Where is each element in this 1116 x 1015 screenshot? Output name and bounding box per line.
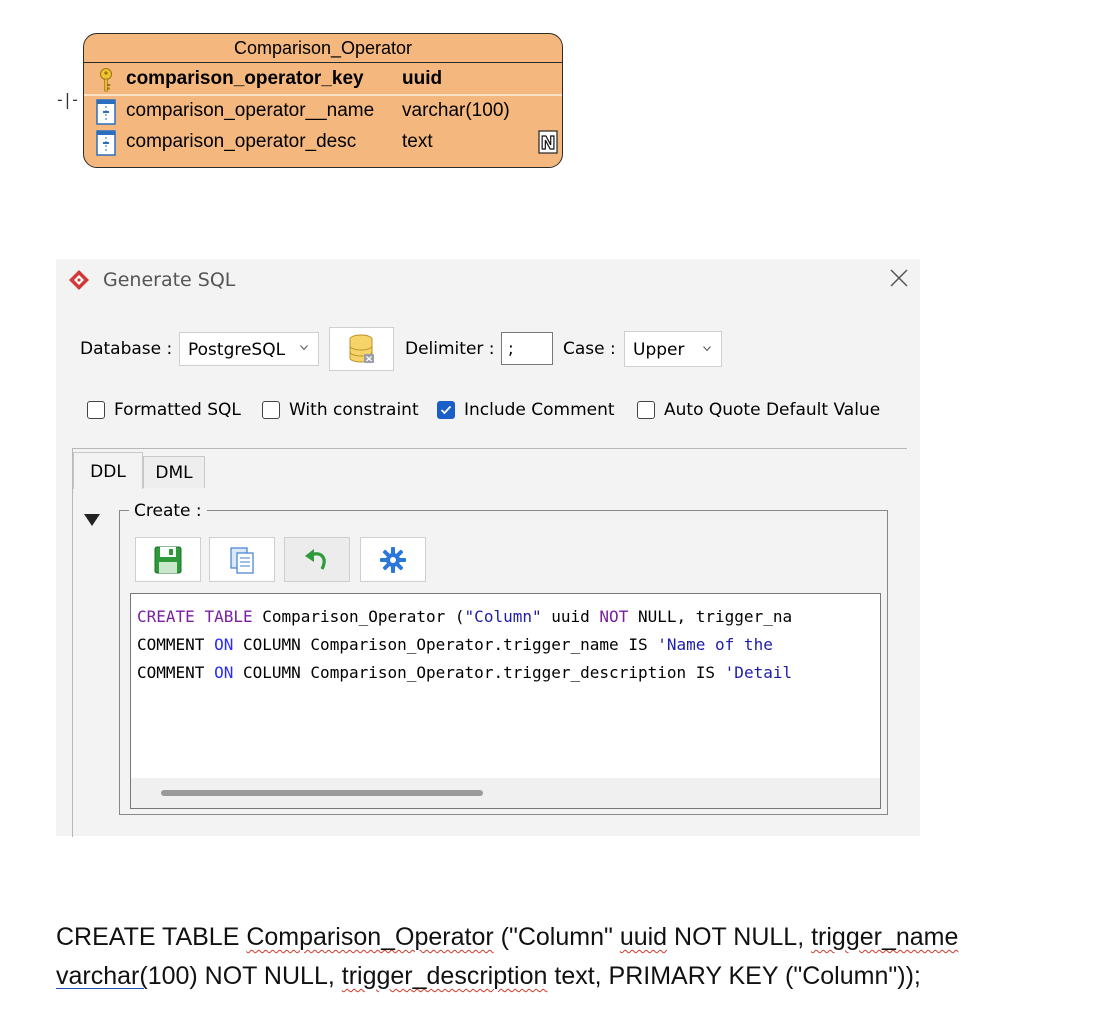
nullable-icon: N: [538, 130, 558, 154]
save-icon: [154, 546, 182, 574]
checkbox-box[interactable]: [262, 401, 280, 419]
key-icon: [100, 68, 112, 92]
spellcheck-segment: trigger_description: [341, 962, 548, 990]
column-name: comparison_operator_desc: [126, 131, 357, 152]
spellcheck-segment: uuid: [619, 923, 668, 951]
delimiter-input[interactable]: ;: [501, 332, 553, 365]
document-line-1: CREATE TABLE Comparison_Operator ("Colum…: [56, 918, 1096, 957]
undo-icon: [305, 549, 326, 570]
tab-dml[interactable]: DML: [143, 456, 205, 488]
chevron-down-icon: [703, 346, 711, 352]
dialog-title: Generate SQL: [103, 269, 236, 291]
spellcheck-segment: trigger_name: [811, 923, 959, 951]
spellcheck-segment: Comparison_Operator: [246, 923, 494, 951]
database-options-button[interactable]: [329, 327, 394, 371]
copy-icon: [230, 547, 254, 574]
checkbox-box[interactable]: [637, 401, 655, 419]
document-line-2: varchar(100) NOT NULL, trigger_descripti…: [56, 957, 1096, 996]
copy-button[interactable]: [209, 537, 275, 582]
code-line-1: CREATE TABLE Comparison_Operator ("Colum…: [137, 607, 793, 626]
code-line-2: COMMENT ON COLUMN Comparison_Operator.tr…: [137, 635, 783, 654]
case-label: Case :: [563, 339, 616, 359]
database-label: Database :: [80, 339, 173, 359]
checkbox-label: With constraint: [289, 400, 419, 420]
chevron-down-icon: [300, 345, 308, 351]
checkbox-label: Auto Quote Default Value: [664, 400, 881, 420]
checkbox-label: Formatted SQL: [114, 400, 241, 420]
sql-code-editor[interactable]: CREATE TABLE Comparison_Operator ("Colum…: [130, 593, 881, 809]
nullable-badge: N: [540, 133, 555, 154]
case-value: Upper: [633, 340, 685, 360]
save-button[interactable]: [135, 537, 201, 582]
relationship-connector: -|-: [55, 90, 80, 109]
entity-column-row[interactable]: comparison_operator_desc text N: [84, 127, 562, 157]
case-select[interactable]: Upper: [624, 331, 722, 367]
column-name: comparison_operator__name: [126, 100, 375, 121]
column-type: text: [402, 131, 433, 152]
database-select[interactable]: PostgreSQL: [179, 332, 319, 366]
column-icon: [96, 99, 116, 125]
database-icon: [349, 334, 374, 363]
create-label: Create :: [129, 501, 207, 521]
column-type: varchar(100): [402, 100, 510, 121]
settings-icon: [380, 547, 406, 573]
tab-label: DML: [155, 463, 193, 483]
entity-column-row[interactable]: comparison_operator__name varchar(100): [84, 96, 562, 126]
horizontal-scrollbar[interactable]: [131, 778, 880, 808]
generate-sql-dialog: Generate SQL Database : PostgreSQL Delim…: [56, 259, 920, 837]
tab-label: DDL: [90, 462, 126, 482]
database-value: PostgreSQL: [188, 340, 286, 360]
app-logo-icon: [69, 270, 89, 290]
sql-document-text: CREATE TABLE Comparison_Operator ("Colum…: [56, 918, 1096, 996]
entity-title: Comparison_Operator: [233, 38, 413, 58]
settings-button[interactable]: [360, 537, 426, 582]
column-icon: [96, 130, 116, 156]
checkmark-icon: [440, 405, 452, 415]
entity-comparison-operator[interactable]: Comparison_Operator comparison_operator_…: [83, 33, 563, 168]
code-line-3: COMMENT ON COLUMN Comparison_Operator.tr…: [137, 663, 793, 682]
text-segment: text, PRIMARY KEY ("Column"));: [547, 962, 921, 990]
checkbox-box[interactable]: [87, 401, 105, 419]
entity-column-row[interactable]: comparison_operator_key uuid: [84, 64, 562, 94]
column-name: comparison_operator_key: [126, 68, 364, 89]
checkbox-label: Include Comment: [464, 400, 615, 420]
undo-button[interactable]: [284, 537, 350, 582]
entity-title-divider: [84, 62, 562, 63]
text-segment: NOT NULL,: [667, 923, 812, 951]
tab-ddl[interactable]: DDL: [73, 452, 143, 489]
close-icon[interactable]: [888, 267, 910, 289]
scrollbar-thumb[interactable]: [161, 790, 483, 796]
column-type: uuid: [402, 68, 443, 89]
collapse-triangle-icon[interactable]: [83, 513, 101, 527]
checkbox-box[interactable]: [437, 401, 455, 419]
delimiter-label: Delimiter :: [405, 339, 495, 359]
text-segment: ("Column": [493, 923, 620, 951]
text-segment: CREATE TABLE: [56, 923, 247, 951]
text-segment: 100) NOT NULL,: [147, 962, 342, 990]
delimiter-value: ;: [508, 339, 514, 359]
grammar-segment: varchar(: [56, 962, 148, 990]
